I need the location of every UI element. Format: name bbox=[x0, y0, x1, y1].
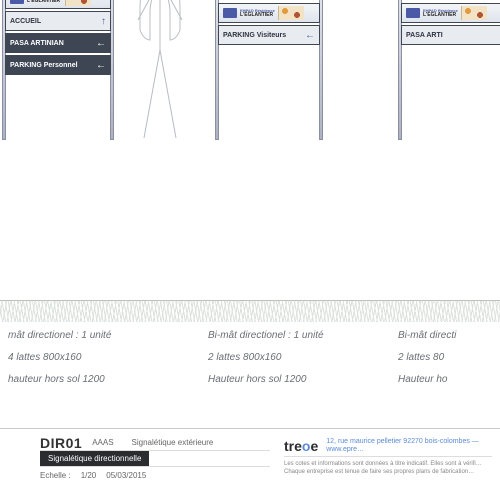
slat-label: PARKING Visiteurs bbox=[223, 32, 286, 39]
header-line2: L'ÉGLANTIER bbox=[27, 0, 62, 4]
sign-1: EHPAD Résidence L'ÉGLANTIER ACCUEIL ↑ PA… bbox=[2, 0, 114, 140]
slat-accueil: ACCUEIL ↑ bbox=[5, 11, 111, 31]
logo-icon bbox=[406, 8, 420, 18]
caption-title: mât directionel : 1 unité bbox=[8, 328, 168, 344]
client-code: AAAS bbox=[92, 438, 113, 447]
header-artwork bbox=[461, 6, 487, 20]
arrow-left-icon: ← bbox=[96, 38, 106, 49]
scene: EHPAD Résidence L'ÉGLANTIER ACCUEIL ↑ PA… bbox=[0, 0, 500, 320]
sign-2: EHPAD Résidence L'ÉGLANTIER PARKING Visi… bbox=[215, 0, 323, 140]
scale-label: Echelle : bbox=[40, 471, 71, 480]
slat-header: EHPAD Résidence L'ÉGLANTIER bbox=[401, 3, 500, 23]
title-block-right: treoe 12, rue maurice pelletier 92270 bo… bbox=[284, 435, 492, 477]
slat-parking-visiteurs: PARKING Visiteurs ← bbox=[218, 25, 320, 45]
meta-row: Echelle : 1/20 05/03/2015 bbox=[40, 467, 270, 483]
agency-address: 12, rue maurice pelletier 92270 bois-col… bbox=[326, 438, 492, 453]
scale-value: 1/20 bbox=[81, 471, 97, 480]
caption-line: 2 lattes 800x160 bbox=[208, 350, 368, 366]
human-silhouette bbox=[130, 0, 190, 140]
slat-pasa: PASA ARTINIAN ← bbox=[5, 33, 111, 53]
caption-2: Bi-mât directionel : 1 unité 2 lattes 80… bbox=[208, 328, 368, 394]
slat-header: EHPAD Résidence L'ÉGLANTIER bbox=[5, 0, 111, 9]
sign-1-slats: EHPAD Résidence L'ÉGLANTIER ACCUEIL ↑ PA… bbox=[5, 0, 111, 75]
arrow-left-icon: ← bbox=[305, 30, 315, 41]
caption-1: mât directionel : 1 unité 4 lattes 800x1… bbox=[8, 328, 168, 394]
caption-title: Bi-mât directionel : 1 unité bbox=[208, 328, 368, 344]
header-artwork bbox=[278, 6, 304, 20]
project-name: Signalétique extérieure bbox=[132, 438, 214, 447]
slat-header: EHPAD Résidence L'ÉGLANTIER bbox=[218, 3, 320, 23]
sign-3-slats: EHPAD Résidence L'ÉGLANTIER PASA ARTI bbox=[401, 3, 500, 45]
arrow-up-icon: ↑ bbox=[101, 16, 106, 27]
grass-texture bbox=[0, 300, 500, 322]
page: EHPAD Résidence L'ÉGLANTIER ACCUEIL ↑ PA… bbox=[0, 0, 500, 500]
arrow-left-icon: ← bbox=[96, 60, 106, 71]
sign-3: EHPAD Résidence L'ÉGLANTIER PASA ARTI bbox=[398, 0, 500, 140]
header-line2: L'ÉGLANTIER bbox=[240, 13, 275, 18]
caption-line: 4 lattes 800x160 bbox=[8, 350, 168, 366]
agency-logo: treoe bbox=[284, 438, 318, 454]
logo-icon bbox=[10, 0, 24, 4]
slat-label: ACCUEIL bbox=[10, 18, 41, 25]
title-block-left: DIR01 AAAS Signalétique extérieure Signa… bbox=[40, 435, 270, 483]
header-line2: L'ÉGLANTIER bbox=[423, 13, 458, 18]
caption-line: Hauteur ho bbox=[398, 372, 500, 388]
slat-pasa-crop: PASA ARTI bbox=[401, 25, 500, 45]
slat-label: PASA ARTINIAN bbox=[10, 40, 64, 47]
header-artwork bbox=[65, 0, 91, 6]
caption-line: Hauteur hors sol 1200 bbox=[208, 372, 368, 388]
caption-line: 2 lattes 80 bbox=[398, 350, 500, 366]
slat-label: PARKING Personnel bbox=[10, 62, 78, 69]
slat-parking-personnel: PARKING Personnel ← bbox=[5, 55, 111, 75]
slat-label: PASA ARTI bbox=[406, 32, 443, 39]
drawing-title: Signalétique directionnelle bbox=[40, 451, 149, 466]
caption-title: Bi-mât directi bbox=[398, 328, 500, 344]
title-block: DIR01 AAAS Signalétique extérieure Signa… bbox=[0, 428, 500, 500]
caption-3: Bi-mât directi 2 lattes 80 Hauteur ho bbox=[398, 328, 500, 394]
caption-line: hauteur hors sol 1200 bbox=[8, 372, 168, 388]
drawing-code: DIR01 bbox=[40, 435, 82, 451]
sign-2-slats: EHPAD Résidence L'ÉGLANTIER PARKING Visi… bbox=[218, 3, 320, 45]
logo-icon bbox=[223, 8, 237, 18]
fine-print: Les cotes et informations sont données à… bbox=[284, 457, 492, 477]
date: 05/03/2015 bbox=[106, 471, 146, 480]
